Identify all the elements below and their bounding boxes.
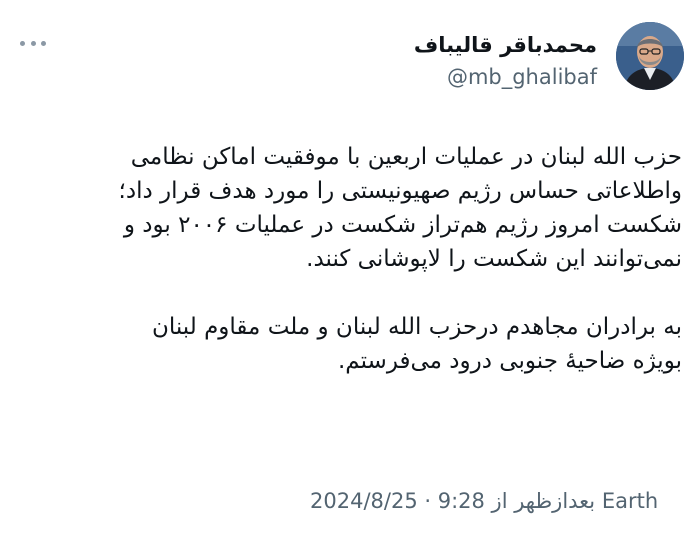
dot [41, 40, 46, 46]
source-link[interactable]: Earth [602, 489, 658, 513]
tweet-paragraph: به برادران مجاهدم درحزب الله لبنان و ملت… [151, 314, 682, 374]
tweet-paragraph: حزب الله لبنان در عملیات اربعین با موفقی… [118, 144, 682, 272]
tweet-timestamp: 2024/8/25 · 9:28 بعدازظهر از Earth [310, 486, 658, 516]
avatar-portrait [616, 22, 684, 90]
dot [20, 40, 25, 46]
author-handle[interactable]: @mb_ghalibaf [414, 62, 597, 92]
author-display-name[interactable]: محمدباقر قالیباف [414, 30, 597, 60]
timestamp-text[interactable]: 2024/8/25 · 9:28 بعدازظهر از [310, 489, 602, 513]
author-block: محمدباقر قالیباف @mb_ghalibaf [414, 30, 597, 92]
more-options-icon[interactable] [20, 36, 46, 50]
dot [30, 40, 36, 46]
avatar[interactable] [616, 22, 684, 90]
tweet-text: حزب الله لبنان در عملیات اربعین با موفقی… [17, 140, 682, 378]
tweet-card: محمدباقر قالیباف @mb_ghalibaf حزب الله ل… [0, 0, 700, 538]
